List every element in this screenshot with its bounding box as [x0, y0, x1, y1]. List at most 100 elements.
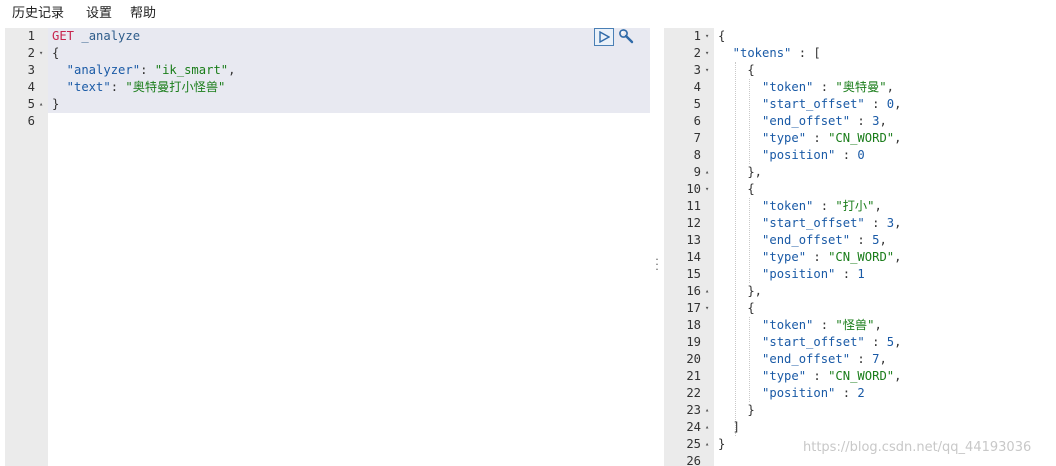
- code-token: ]: [718, 420, 741, 434]
- response-code-line[interactable]: 24 ▴ ]: [664, 419, 1056, 436]
- request-code-line[interactable]: 1 GET _analyze: [5, 28, 650, 45]
- response-code-line[interactable]: 15 "position" : 1: [664, 266, 1056, 283]
- code-token: :: [835, 267, 858, 281]
- code-token: "奥特曼": [835, 80, 887, 94]
- top-menu: 历史记录 设置 帮助: [0, 0, 1056, 24]
- line-number: 11: [686, 199, 701, 213]
- code-text: "start_offset" : 3,: [718, 215, 901, 232]
- line-number: 19: [686, 335, 701, 349]
- fold-expand-icon[interactable]: ▴: [705, 283, 709, 300]
- response-code-line[interactable]: 12 "start_offset" : 3,: [664, 215, 1056, 232]
- response-code-line[interactable]: 21 "type" : "CN_WORD",: [664, 368, 1056, 385]
- run-request-button[interactable]: [594, 28, 614, 46]
- code-token: 0: [886, 97, 895, 111]
- line-number: 22: [686, 386, 701, 400]
- code-token: : [: [791, 46, 821, 60]
- menu-settings[interactable]: 设置: [86, 2, 112, 21]
- response-code-line[interactable]: 3 ▾ {: [664, 62, 1056, 79]
- code-token: "position": [718, 148, 836, 162]
- response-code-line[interactable]: 11 "token" : "打小",: [664, 198, 1056, 215]
- response-code-line[interactable]: 2 ▾ "tokens" : [: [664, 45, 1056, 62]
- response-code-line[interactable]: 19 "start_offset" : 5,: [664, 334, 1056, 351]
- code-token: :: [850, 233, 873, 247]
- code-token: }: [718, 403, 755, 417]
- code-token: "tokens": [718, 46, 792, 60]
- response-code-line[interactable]: 17 ▾ {: [664, 300, 1056, 317]
- fold-collapse-icon[interactable]: ▾: [705, 28, 709, 45]
- wrench-icon[interactable]: [617, 28, 637, 46]
- line-number: 16: [686, 284, 701, 298]
- code-token: "CN_WORD": [828, 369, 895, 383]
- request-code-line[interactable]: 2 ▾ {: [5, 45, 650, 62]
- response-code-line[interactable]: 18 "token" : "怪兽",: [664, 317, 1056, 334]
- code-token: "end_offset": [718, 114, 851, 128]
- response-code-line[interactable]: 10 ▾ {: [664, 181, 1056, 198]
- code-token: "type": [718, 369, 807, 383]
- response-code-line[interactable]: 8 "position" : 0: [664, 147, 1056, 164]
- code-token: :: [110, 80, 126, 94]
- line-number: 20: [686, 352, 701, 366]
- response-editor[interactable]: 1 ▾ {2 ▾ "tokens" : [3 ▾ {4 "token" : "奥特曼",…: [664, 28, 1056, 466]
- fold-expand-icon[interactable]: ▴: [705, 402, 709, 419]
- request-code-line[interactable]: 5 ▴}: [5, 96, 650, 113]
- code-token: GET: [52, 29, 75, 43]
- fold-collapse-icon[interactable]: ▾: [39, 45, 43, 62]
- code-token: ,: [874, 318, 882, 332]
- response-code-line[interactable]: 22 "position" : 2: [664, 385, 1056, 402]
- code-text: },: [718, 283, 762, 300]
- response-code-line[interactable]: 14 "type" : "CN_WORD",: [664, 249, 1056, 266]
- code-token: ,: [894, 335, 902, 349]
- fold-expand-icon[interactable]: ▴: [705, 419, 709, 436]
- code-text: {: [718, 28, 725, 45]
- code-token: "token": [718, 318, 814, 332]
- fold-expand-icon[interactable]: ▴: [705, 164, 709, 181]
- response-code-line[interactable]: 9 ▴ },: [664, 164, 1056, 181]
- response-code-line[interactable]: 7 "type" : "CN_WORD",: [664, 130, 1056, 147]
- response-code-line[interactable]: 4 "token" : "奥特曼",: [664, 79, 1056, 96]
- response-code-line[interactable]: 1 ▾ {: [664, 28, 1056, 45]
- vertical-ellipsis-icon[interactable]: · · ·: [655, 254, 659, 275]
- fold-expand-icon[interactable]: ▴: [705, 436, 709, 453]
- line-number: 5: [27, 97, 35, 111]
- code-text: },: [718, 164, 762, 181]
- code-token: ,: [894, 131, 902, 145]
- code-text: }: [52, 96, 59, 113]
- code-token: "start_offset": [718, 97, 865, 111]
- response-code-line[interactable]: 5 "start_offset" : 0,: [664, 96, 1056, 113]
- code-text: ]: [718, 419, 740, 436]
- response-code-line[interactable]: 23 ▴ }: [664, 402, 1056, 419]
- line-number: 26: [686, 454, 701, 466]
- request-code-line[interactable]: 4 "text": "奥特曼打小怪兽": [5, 79, 650, 96]
- line-number: 25: [686, 437, 701, 451]
- response-code-line[interactable]: 20 "end_offset" : 7,: [664, 351, 1056, 368]
- code-token: ,: [228, 63, 236, 77]
- pane-divider[interactable]: · · ·: [650, 28, 664, 466]
- code-text: "end_offset" : 7,: [718, 351, 887, 368]
- fold-expand-icon[interactable]: ▴: [39, 96, 43, 113]
- request-editor[interactable]: 1 GET _analyze 2 ▾ {3 "analyzer": "ik_smart"…: [5, 28, 650, 466]
- code-token: ,: [894, 97, 902, 111]
- code-token: :: [864, 335, 887, 349]
- code-text: "start_offset" : 0,: [718, 96, 901, 113]
- code-token: {: [718, 63, 755, 77]
- line-number: 3: [27, 63, 35, 77]
- fold-collapse-icon[interactable]: ▾: [705, 181, 709, 198]
- request-code-line[interactable]: 6: [5, 113, 650, 130]
- fold-collapse-icon[interactable]: ▾: [705, 300, 709, 317]
- code-text: "position" : 0: [718, 147, 865, 164]
- fold-collapse-icon[interactable]: ▾: [705, 45, 709, 62]
- response-code-line[interactable]: 6 "end_offset" : 3,: [664, 113, 1056, 130]
- response-code-line[interactable]: 16 ▴ },: [664, 283, 1056, 300]
- line-number: 1: [693, 29, 701, 43]
- code-token: :: [813, 318, 836, 332]
- request-code-line[interactable]: 3 "analyzer": "ik_smart",: [5, 62, 650, 79]
- code-text: "token" : "怪兽",: [718, 317, 882, 334]
- code-token: "text": [52, 80, 111, 94]
- code-token: 1: [857, 267, 865, 281]
- menu-history[interactable]: 历史记录: [12, 2, 64, 21]
- menu-help[interactable]: 帮助: [130, 2, 156, 21]
- code-token: {: [718, 301, 755, 315]
- fold-collapse-icon[interactable]: ▾: [705, 62, 709, 79]
- code-token: ,: [894, 216, 902, 230]
- response-code-line[interactable]: 13 "end_offset" : 5,: [664, 232, 1056, 249]
